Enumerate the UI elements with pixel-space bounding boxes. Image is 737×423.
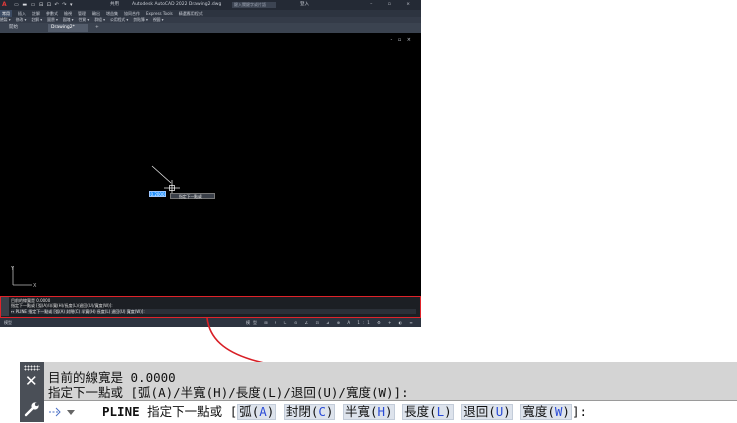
prompt-option[interactable]: 退回(U) bbox=[461, 404, 513, 420]
option-label: 弧( bbox=[239, 404, 260, 419]
option-label: 長度( bbox=[404, 404, 437, 419]
prompt-options: 弧(A) 封閉(C) 半寬(H) 長度(L) 退回(U) 寬度(W) bbox=[237, 404, 572, 420]
close-icon[interactable]: ✕ bbox=[25, 374, 38, 389]
option-label: 封閉( bbox=[285, 404, 319, 419]
option-key: H bbox=[377, 404, 386, 419]
option-close: ) bbox=[385, 404, 393, 419]
option-close: ) bbox=[562, 404, 570, 419]
customize-wrench-icon[interactable] bbox=[24, 401, 40, 417]
command-history: 目前的線寬是 0.0000 指定下一點或 [弧(A)/半寬(H)/長度(L)/退… bbox=[44, 362, 737, 400]
command-prompt: PLINE 指定下一點或 [弧(A) 封閉(C) 半寬(H) 長度(L) 退回(… bbox=[102, 401, 587, 423]
prompt-option[interactable]: 寬度(W) bbox=[520, 404, 572, 420]
history-line-prompt: 指定下一點或 [弧(A)/半寬(H)/長度(L)/退回(U)/寬度(W)]: bbox=[48, 385, 409, 400]
prompt-option[interactable]: 半寬(H) bbox=[342, 404, 395, 420]
command-name: PLINE bbox=[102, 404, 140, 419]
option-label: 半寬( bbox=[344, 404, 378, 419]
command-line-zoomed: ✕ 目前的線寬是 0.0000 指定下一點或 [弧(A)/半寬(H)/長度(L)… bbox=[20, 362, 737, 422]
option-close: ) bbox=[444, 404, 452, 419]
drag-grip-icon[interactable] bbox=[24, 365, 40, 371]
prompt-option[interactable]: 長度(L) bbox=[402, 404, 454, 420]
prompt-end: ]: bbox=[571, 404, 588, 419]
option-key: C bbox=[318, 404, 326, 419]
prompt-text: 指定下一點或 [ bbox=[147, 404, 238, 419]
option-key: A bbox=[259, 404, 267, 419]
option-close: ) bbox=[503, 404, 511, 419]
command-recent-icon[interactable] bbox=[48, 406, 78, 418]
prompt-option[interactable]: 封閉(C) bbox=[283, 404, 336, 420]
prompt-option[interactable]: 弧(A) bbox=[237, 404, 277, 420]
command-window-gutter: ✕ bbox=[20, 362, 44, 422]
option-label: 退回( bbox=[463, 404, 496, 419]
option-close: ) bbox=[325, 404, 334, 419]
option-close: ) bbox=[266, 404, 275, 419]
callout-arrow bbox=[206, 317, 354, 378]
option-label: 寬度( bbox=[522, 404, 555, 419]
command-input-line[interactable]: PLINE 指定下一點或 [弧(A) 封閉(C) 半寬(H) 長度(L) 退回(… bbox=[44, 400, 737, 422]
